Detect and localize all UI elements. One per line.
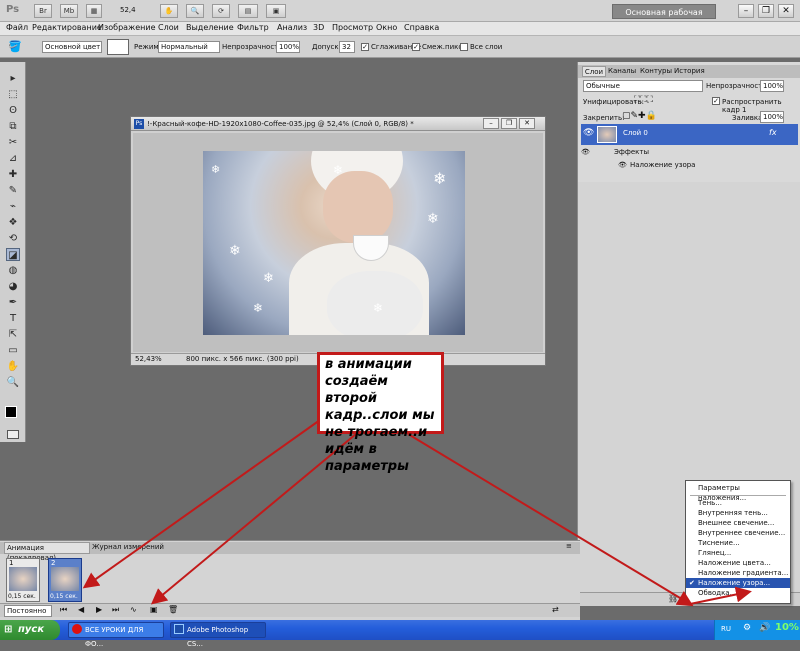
- language-indicator[interactable]: RU: [721, 625, 731, 633]
- task-photoshop[interactable]: Adobe Photoshop CS...: [170, 622, 266, 648]
- annotation-arrows: [82, 419, 752, 607]
- start-button[interactable]: ⊞ пуск: [0, 620, 60, 640]
- tray-icon[interactable]: 🔊: [759, 623, 770, 633]
- system-tray: RU ⚙ 🔊 10%: [714, 620, 800, 640]
- tutorial-callout: в анимации создаём второй кадр..слои мы …: [317, 352, 444, 474]
- arrow-to-pattern-overlay: [689, 586, 752, 605]
- task-label: ВСЕ УРОКИ ДЛЯ ФО...: [85, 626, 144, 648]
- task-label: Adobe Photoshop CS...: [187, 626, 249, 648]
- windows-taskbar: ⊞ пуск ВСЕ УРОКИ ДЛЯ ФО... Adobe Photosh…: [0, 620, 800, 648]
- photoshop-icon: [174, 624, 184, 634]
- opera-icon: [72, 624, 82, 634]
- tray-icon[interactable]: ⚙: [743, 623, 751, 633]
- arrow-to-fx: [407, 433, 694, 607]
- windows-logo-icon: ⊞: [4, 624, 13, 635]
- start-label: пуск: [18, 624, 45, 635]
- tray-indicator: 10%: [775, 622, 799, 633]
- task-browser[interactable]: ВСЕ УРОКИ ДЛЯ ФО...: [68, 622, 164, 648]
